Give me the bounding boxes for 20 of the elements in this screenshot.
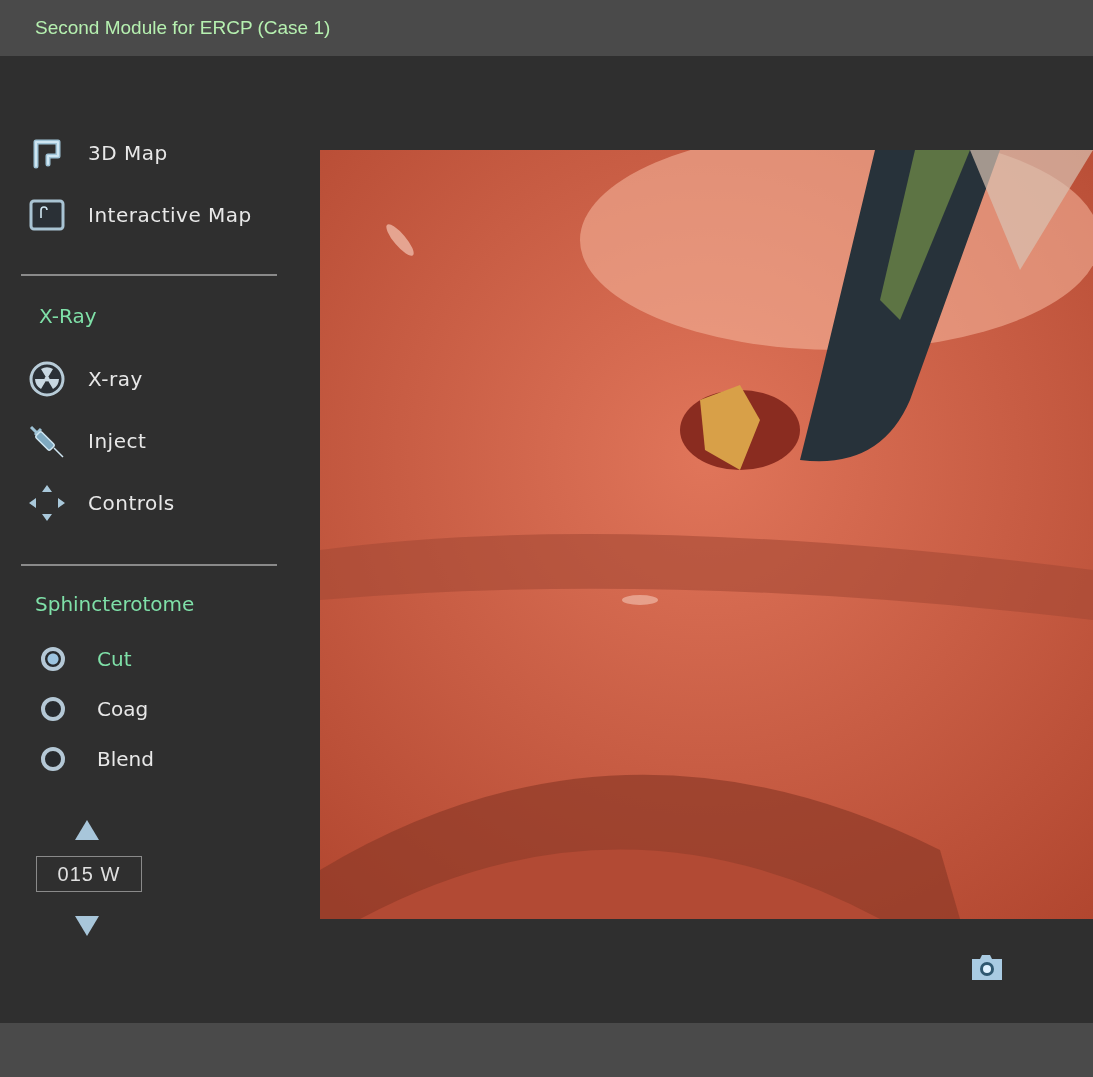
window-title: Second Module for ERCP (Case 1) [35,17,331,39]
menu-item[interactable]: 3D Map [0,122,320,184]
radio-button[interactable] [41,697,65,721]
section-heading: Sphincterotome [35,591,196,618]
radio-button[interactable] [41,747,65,771]
up-arrow-icon[interactable] [74,819,100,841]
menu-item[interactable]: X-ray [0,348,320,410]
radio-button[interactable] [41,647,65,671]
radio-label[interactable]: Coag [97,697,149,721]
arrows-icon [27,483,67,523]
camera-icon[interactable] [970,953,1004,981]
menu-item[interactable]: Inject [0,410,320,472]
power-field[interactable]: 015 W [36,856,142,892]
radio-label[interactable]: Cut [97,647,132,671]
radiation-icon [27,360,67,398]
down-arrow-icon[interactable] [74,915,100,937]
menu-item[interactable]: Controls [0,472,320,534]
radio-label[interactable]: Blend [97,747,154,771]
section-heading: X-Ray [39,303,98,330]
menu-item[interactable]: Interactive Map [0,184,320,246]
